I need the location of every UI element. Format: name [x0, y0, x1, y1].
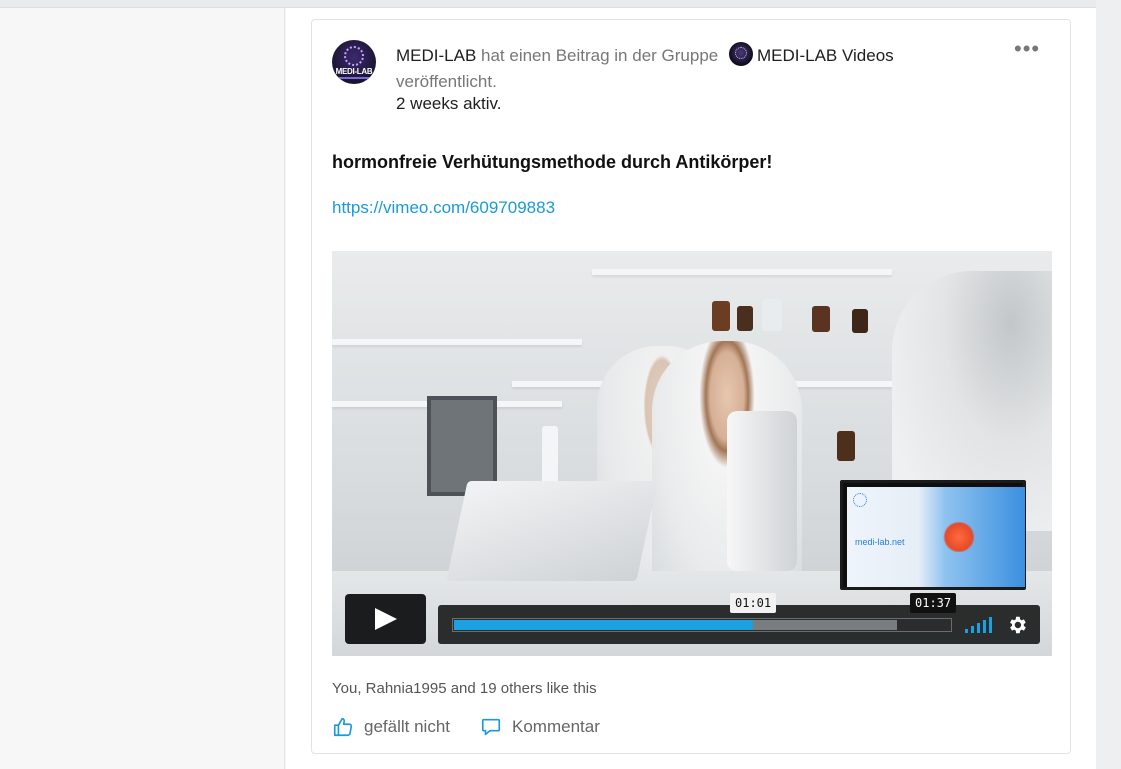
volume-icon[interactable]	[965, 617, 995, 633]
lab-bottle	[812, 306, 830, 332]
comment-button[interactable]: Kommentar	[480, 716, 600, 738]
lab-bottle	[762, 299, 782, 331]
activity-post-card: MEDI-LAB MEDI-LAB hat einen Beitrag in d…	[311, 19, 1071, 754]
thumbs-up-icon	[333, 717, 353, 737]
medi-lab-logo-icon	[344, 46, 364, 66]
top-bar	[0, 0, 1121, 8]
uterus-illustration	[942, 522, 976, 552]
lab-shelf	[592, 269, 892, 275]
lab-bottle	[542, 426, 558, 486]
microscope	[727, 411, 797, 571]
actor-link[interactable]: MEDI-LAB	[396, 46, 476, 65]
group-avatar-icon[interactable]	[728, 42, 753, 66]
lab-bottle	[837, 431, 855, 461]
progress-track[interactable]	[452, 618, 952, 632]
left-sidebar	[0, 8, 285, 769]
comment-label: Kommentar	[512, 717, 600, 736]
action-text: hat einen Beitrag in der Gruppe	[476, 46, 723, 65]
activity-timestamp: 2 weeks aktiv.	[396, 94, 502, 113]
thumbnail-logo-icon	[853, 493, 867, 507]
gear-icon[interactable]	[1006, 614, 1028, 636]
play-button[interactable]	[345, 594, 426, 644]
post-title: hormonfreie Verhütungsmethode durch Anti…	[332, 152, 773, 172]
medi-lab-avatar[interactable]: MEDI-LAB	[332, 40, 376, 84]
group-link[interactable]: MEDI-LAB Videos	[757, 46, 894, 65]
comment-icon	[481, 718, 501, 736]
lab-bottle	[852, 309, 868, 333]
played-bar	[454, 620, 753, 630]
vimeo-link[interactable]: https://vimeo.com/609709883	[332, 198, 555, 218]
current-time-tooltip: 01:01	[730, 593, 777, 613]
avatar-logo-bar	[336, 77, 372, 79]
scrub-preview-thumbnail: medi-lab.net	[840, 480, 1026, 590]
unlike-button[interactable]: gefällt nicht	[332, 716, 450, 738]
lab-shelf	[332, 339, 582, 345]
post-header: MEDI-LAB hat einen Beitrag in der Gruppe…	[396, 42, 996, 95]
right-gutter	[1096, 0, 1121, 769]
hover-time-tooltip: 01:37	[910, 593, 957, 613]
video-player[interactable]: medi-lab.net 01:01 01:37	[332, 251, 1052, 656]
action-suffix: veröffentlicht.	[396, 72, 497, 91]
thumbnail-frame: medi-lab.net	[847, 487, 1025, 587]
unlike-label: gefällt nicht	[364, 717, 450, 736]
lab-bottle	[737, 306, 753, 331]
thumbnail-site-text: medi-lab.net	[855, 537, 905, 547]
likes-summary[interactable]: You, Rahnia1995 and 19 others like this	[332, 680, 597, 697]
avatar-logo-text: MEDI-LAB	[335, 67, 373, 76]
more-options-icon[interactable]: •••	[1014, 38, 1040, 60]
lab-bottle	[712, 301, 730, 331]
laptop	[446, 481, 658, 581]
